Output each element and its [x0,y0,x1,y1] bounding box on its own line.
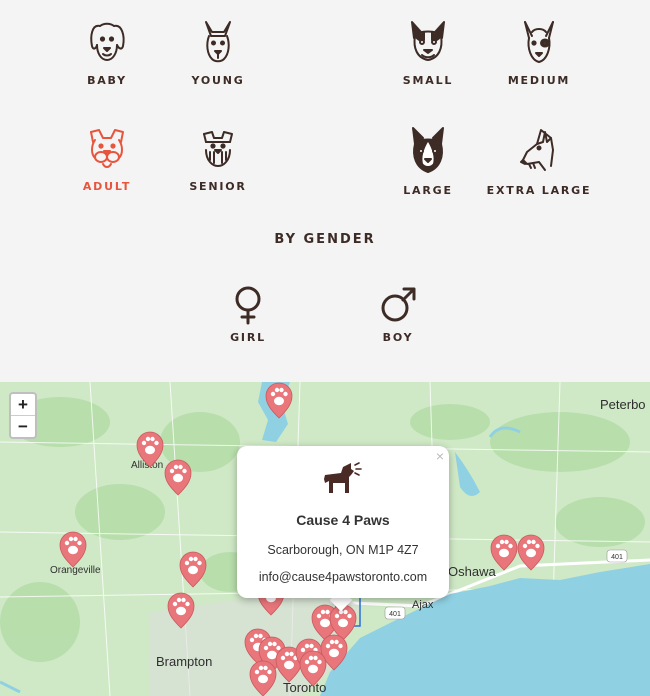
place-toronto: Toronto [283,680,326,695]
medium-dog-icon [504,18,574,68]
male-symbol-icon [363,285,433,325]
filter-small[interactable]: SMALL [393,18,463,87]
zoom-in-button[interactable]: + [11,394,35,415]
filter-large-label: LARGE [403,184,453,197]
female-symbol-icon [213,285,283,325]
filter-extra-large[interactable]: EXTRA LARGE [484,126,594,197]
highway-401-shield-west: 401 [384,606,406,620]
popup-close-button[interactable]: × [436,448,444,464]
place-ajax: Ajax [412,599,434,611]
filter-large[interactable]: LARGE [393,126,463,197]
filter-girl-label: GIRL [230,331,266,344]
zoom-out-button[interactable]: − [11,415,35,437]
map-marker[interactable] [164,459,192,496]
filter-young-label: YOUNG [191,74,245,87]
filter-small-label: SMALL [402,74,454,87]
gender-heading: BY GENDER [274,232,376,247]
filter-baby-label: BABY [87,74,127,87]
map-marker[interactable] [179,551,207,588]
filter-medium[interactable]: MEDIUM [504,18,574,87]
popup-title: Cause 4 Paws [296,512,390,528]
popup-email[interactable]: info@cause4pawstoronto.com [237,570,449,584]
filter-boy-label: BOY [382,331,414,344]
highway-401-label-west: 401 [389,611,401,618]
puppy-icon [72,18,142,68]
senior-dog-icon [183,126,253,174]
filter-extra-large-label: EXTRA LARGE [486,184,592,197]
filter-adult-label: ADULT [82,180,132,193]
large-dog-icon [393,126,463,178]
place-brampton: Brampton [156,654,212,669]
young-dog-icon [183,18,253,68]
barking-dog-icon [321,459,365,500]
highway-401-shield-east: 401 [606,549,628,563]
place-oshawa: Oshawa [448,564,496,579]
filter-senior[interactable]: SENIOR [183,126,253,193]
extra-large-dog-icon [484,126,594,178]
filter-medium-label: MEDIUM [507,74,571,87]
filter-baby[interactable]: BABY [72,18,142,87]
highway-401-label-east: 401 [611,554,623,561]
small-dog-icon [393,18,463,68]
filter-senior-label: SENIOR [189,180,247,193]
map-marker[interactable] [59,531,87,568]
zoom-control: + − [9,392,37,439]
filter-adult[interactable]: ADULT [72,126,142,193]
filter-boy[interactable]: BOY [363,285,433,344]
filter-girl[interactable]: GIRL [213,285,283,344]
filter-young[interactable]: YOUNG [183,18,253,87]
place-orangeville: Orangeville [50,565,101,576]
adult-dog-icon [72,126,142,174]
map-popup: × Cause 4 Paws Scarborough, ON M1P 4Z7 i… [237,446,449,598]
popup-address: Scarborough, ON M1P 4Z7 [267,543,419,557]
place-peterborough: Peterbo [600,397,646,412]
